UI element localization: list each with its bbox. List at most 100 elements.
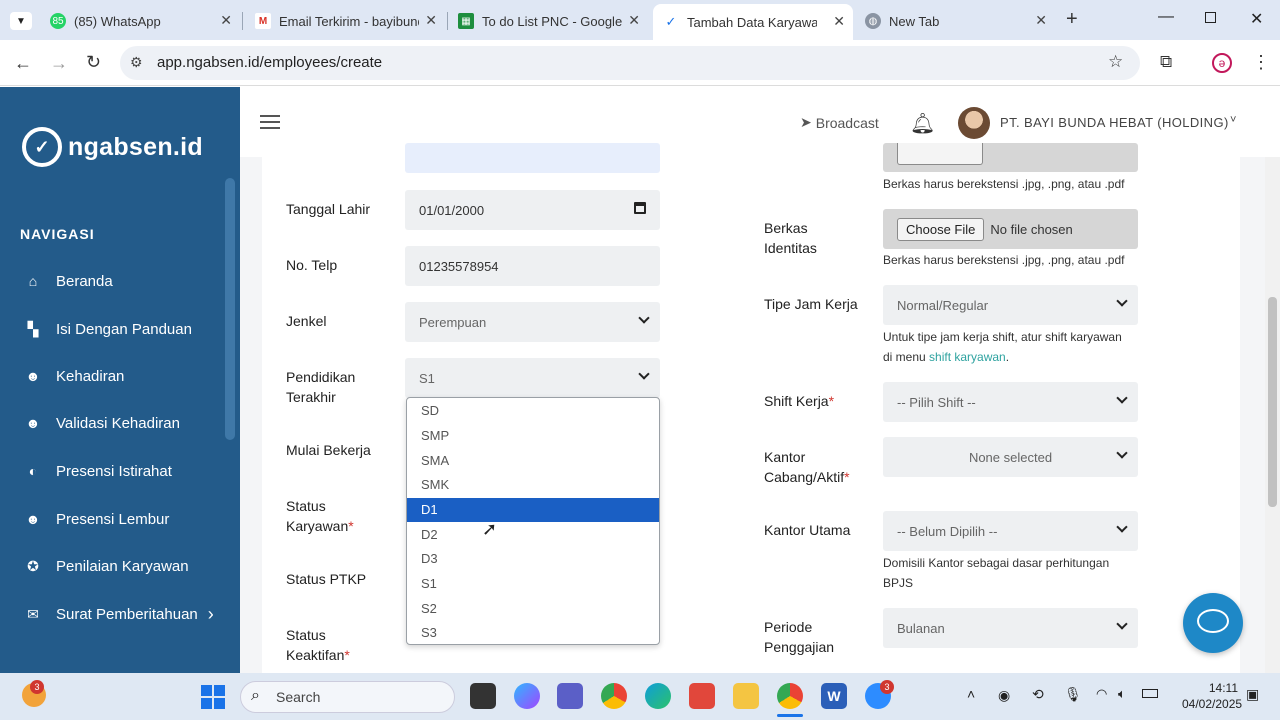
sync-icon[interactable]: ⟲ [1032,686,1044,703]
sidebar-item-kehadiran[interactable]: ☻ Kehadiran [0,356,225,396]
close-icon[interactable]: ✕ [220,12,232,29]
windows-start-icon[interactable] [201,685,225,709]
close-icon[interactable]: ✕ [425,12,437,29]
tipe-jam-kerja-help: Untuk tipe jam kerja shift, atur shift k… [883,330,1122,364]
close-icon[interactable]: ✕ [628,12,640,29]
sidebar-item-penilaian-karyawan[interactable]: ✪ Penilaian Karyawan [0,546,225,586]
notification-icon[interactable]: ▣ [1246,686,1259,703]
reload-icon[interactable]: ↻ [86,52,101,73]
kantor-cabang-multiselect[interactable]: None selected [883,437,1138,477]
teams-icon[interactable] [557,683,583,709]
tray-app-icon[interactable]: ◉ [998,687,1010,704]
address-bar[interactable]: ⚙ app.ngabsen.id/employees/create ☆ [120,46,1140,80]
pendidikan-dropdown-list[interactable]: SD SMP SMA SMK D1 D2 D3 S1 S2 S3 [406,397,660,645]
edge-icon[interactable] [645,683,671,709]
tipe-jam-kerja-select[interactable]: Normal/Regular [883,285,1138,325]
more-menu-icon[interactable]: ⋮ [1252,52,1270,73]
paper-plane-icon: ➤ [800,114,812,130]
wifi-icon[interactable]: ◠ [1096,686,1107,702]
file-explorer-dark-icon[interactable] [470,683,496,709]
option-s3[interactable]: S3 [407,621,659,645]
restore-button[interactable] [1205,12,1216,23]
close-icon[interactable]: ✕ [1035,12,1047,29]
option-d3[interactable]: D3 [407,547,659,571]
pendidikan-select[interactable]: S1 [405,358,660,398]
taskbar-search[interactable]: ⌕ Search [240,681,455,713]
microphone-icon[interactable]: 🎙︎ [1064,686,1082,703]
company-name[interactable]: PT. BAYI BUNDA HEBAT (HOLDING) [1000,115,1229,130]
page-scrollbar[interactable] [1265,157,1280,673]
globe-icon: ◍ [865,13,881,29]
option-smp[interactable]: SMP [407,424,659,448]
system-clock[interactable]: 14:11 04/02/2025 [1182,680,1242,712]
profile-avatar[interactable]: ǝ [1212,53,1232,73]
chrome-active-icon[interactable] [777,683,803,709]
tab-tambah-data-karyawan[interactable]: ✓ Tambah Data Karyawan - ✕ [653,4,853,40]
sidebar-item-validasi-kehadiran[interactable]: ☻ Validasi Kehadiran [0,403,225,443]
option-sd[interactable]: SD [407,399,659,423]
jenkel-select[interactable]: Perempuan [405,302,660,342]
shift-kerja-select[interactable]: -- Pilih Shift -- [883,382,1138,422]
hamburger-menu-icon[interactable] [260,115,280,129]
copilot-icon[interactable] [514,683,540,709]
word-icon[interactable]: W [821,683,847,709]
kantor-utama-select[interactable]: -- Belum Dipilih -- [883,511,1138,551]
new-tab-button[interactable]: + [1066,8,1078,31]
option-d2[interactable]: D2 [407,523,659,547]
sidebar-scrollbar[interactable] [225,178,235,440]
tempat-lahir-input-partial[interactable] [405,143,660,173]
option-s1[interactable]: S1 [407,572,659,596]
option-d1[interactable]: D1 [407,498,659,522]
battery-icon[interactable] [1142,689,1158,698]
chevron-down-icon[interactable]: ˅ [1230,114,1236,126]
volume-icon[interactable]: 🔈︎ [1118,686,1126,702]
anydesk-icon[interactable] [689,683,715,709]
tab-gmail[interactable]: M Email Terkirim - bayibunda ✕ [245,6,445,36]
broadcast-button[interactable]: ➤ Broadcast [800,114,879,131]
close-icon[interactable]: ✕ [833,13,845,30]
sidebar-item-label: Beranda [56,272,113,290]
option-smk[interactable]: SMK [407,473,659,497]
back-arrow-icon[interactable]: ← [14,53,32,74]
choose-file-button-partial[interactable] [897,143,983,165]
sidebar-item-presensi-lembur[interactable]: ☻ Presensi Lembur [0,499,225,539]
folder-icon[interactable] [733,683,759,709]
bookmark-star-icon[interactable]: ☆ [1108,52,1123,72]
file-input-partial[interactable] [883,143,1138,172]
sidebar-item-isi-dengan-panduan[interactable]: ▚ Isi Dengan Panduan [0,309,225,349]
sidebar-item-label: Presensi Istirahat [56,462,172,480]
close-window-button[interactable]: ✕ [1250,9,1263,29]
sidebar-item-beranda[interactable]: ⌂ Beranda [0,261,225,301]
tanggal-lahir-input[interactable]: 01/01/2000 [405,190,660,230]
option-s2[interactable]: S2 [407,597,659,621]
minimize-button[interactable]: — [1158,8,1174,26]
shift-karyawan-link[interactable]: shift karyawan [929,350,1006,364]
option-sma[interactable]: SMA [407,449,659,473]
user-avatar[interactable] [958,107,990,139]
brand-logo[interactable]: ✓ ngabsen.id [22,127,203,167]
chrome-icon[interactable] [601,683,627,709]
berkas-identitas-file-input[interactable]: Choose File No file chosen [883,209,1138,249]
sidebar-item-presensi-istirahat[interactable]: ◐ Presensi Istirahat [0,451,225,491]
calendar-icon[interactable] [634,202,646,214]
chevron-up-icon[interactable]: ˄ [967,686,975,702]
tab-google-sheets[interactable]: ▦ To do List PNC - Google ✕ [448,6,648,36]
choose-file-button[interactable]: Choose File [897,217,985,241]
user-clock-icon: ☻ [25,511,41,527]
site-info-icon[interactable]: ⚙ [130,54,143,71]
tab-search-button[interactable]: ▼ [10,12,32,30]
no-telp-input[interactable]: 01235578954 [405,246,660,286]
tab-new-tab[interactable]: ◍ New Tab ✕ [855,6,1055,36]
sidebar-item-surat-pemberitahuan[interactable]: ✉ Surat Pemberitahuan › [0,594,225,634]
sheets-icon: ▦ [458,13,474,29]
chat-button[interactable] [1183,593,1243,653]
chevron-right-icon: › [207,603,214,624]
scrollbar-thumb[interactable] [1268,297,1277,507]
extensions-icon[interactable]: ⧉ [1160,52,1172,72]
bell-icon[interactable]: 🔔︎ [910,111,935,136]
periode-penggajian-select[interactable]: Bulanan [883,608,1138,648]
user-verify-icon: ☻ [25,415,41,431]
forward-arrow-icon[interactable]: → [50,53,68,74]
tab-whatsapp[interactable]: 85 (85) WhatsApp ✕ [40,6,240,36]
ngabsen-favicon: ✓ [665,14,677,29]
